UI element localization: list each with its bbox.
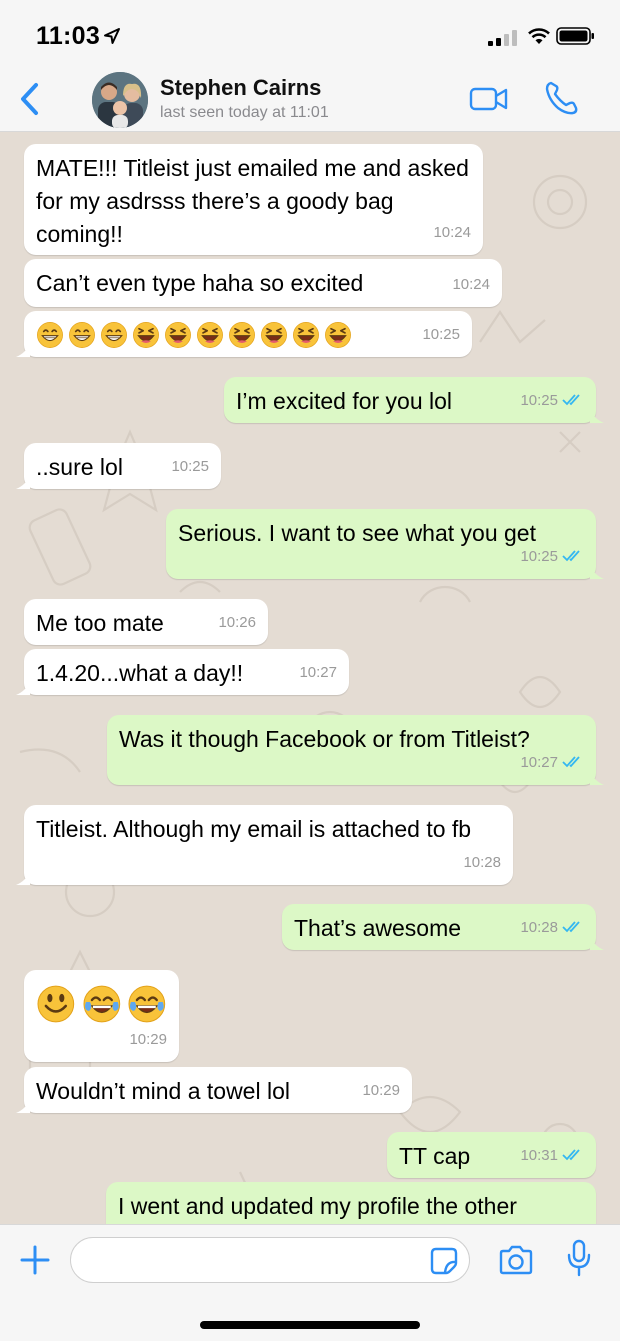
- grin-icon: [69, 322, 95, 348]
- chat-header: Stephen Cairns last seen today at 11:01: [0, 66, 620, 132]
- message-incoming[interactable]: Me too mate 10:26: [24, 599, 268, 645]
- grin-icon: [37, 322, 63, 348]
- chat-area[interactable]: MATE!!! Titleist just emailed me and ask…: [0, 132, 620, 1224]
- emoji-row: [36, 319, 460, 349]
- message-incoming[interactable]: Wouldn’t mind a towel lol 10:29: [16, 1067, 412, 1113]
- joy-icon: [83, 985, 120, 1023]
- emoji-row: [36, 978, 167, 1024]
- message-outgoing[interactable]: That’s awesome 10:28: [282, 904, 604, 950]
- read-ticks-icon: [562, 394, 580, 406]
- message-outgoing[interactable]: Was it though Facebook or from Titleist?…: [107, 715, 604, 785]
- bubble-tail: [590, 409, 604, 423]
- bubble-tail: [16, 343, 30, 357]
- message-time: 10:25: [520, 548, 558, 565]
- message-incoming[interactable]: MATE!!! Titleist just emailed me and ask…: [24, 144, 483, 255]
- message-text: MATE!!! Titleist just emailed me and ask…: [36, 155, 469, 247]
- bubble-tail: [16, 871, 30, 885]
- message-text: I’m excited for you lol: [236, 388, 453, 414]
- video-call-icon[interactable]: [469, 86, 509, 112]
- message-input[interactable]: [70, 1237, 470, 1283]
- read-ticks-icon: [562, 1149, 580, 1161]
- laughing-icon: [165, 322, 191, 348]
- message-time-read: 10:25: [520, 384, 584, 417]
- battery-icon: [556, 27, 594, 45]
- message-text: That’s awesome: [294, 915, 462, 941]
- laughing-icon: [325, 322, 351, 348]
- back-chevron-icon[interactable]: [18, 82, 40, 116]
- read-ticks-icon: [562, 756, 580, 768]
- message-text: Wouldn’t mind a towel lol: [36, 1078, 290, 1104]
- microphone-icon[interactable]: [566, 1239, 592, 1277]
- attach-plus-icon[interactable]: [20, 1245, 50, 1275]
- message-time-read: 10:28: [520, 911, 584, 944]
- grin-icon: [101, 322, 127, 348]
- message-text: Me too mate: [36, 610, 164, 636]
- message-time: 10:24: [433, 224, 471, 241]
- message-time: 10:27: [299, 664, 337, 681]
- message-text: Can’t even type haha so excited: [36, 270, 364, 296]
- message-text: ..sure lol: [36, 454, 123, 480]
- camera-icon[interactable]: [498, 1245, 534, 1275]
- bubble-tail: [16, 1099, 30, 1113]
- message-time: 10:28: [463, 854, 501, 871]
- message-incoming[interactable]: ..sure lol 10:25: [16, 443, 221, 489]
- laughing-icon: [197, 322, 223, 348]
- contact-name[interactable]: Stephen Cairns: [160, 75, 321, 101]
- read-ticks-icon: [562, 921, 580, 933]
- joy-icon: [128, 985, 166, 1023]
- message-text: Was it though Facebook or from Titleist?: [119, 726, 530, 752]
- message-time: 10:28: [520, 919, 558, 936]
- read-ticks-icon: [562, 550, 580, 562]
- message-outgoing[interactable]: I’m excited for you lol 10:25: [224, 377, 604, 423]
- bubble-tail: [590, 565, 604, 579]
- contact-last-seen: last seen today at 11:01: [160, 104, 329, 121]
- message-outgoing[interactable]: Serious. I want to see what you get 10:2…: [166, 509, 604, 579]
- message-time: 10:26: [218, 614, 256, 631]
- smiley-icon: [37, 985, 75, 1023]
- message-text: Titleist. Although my email is attached …: [36, 816, 472, 842]
- laughing-icon: [133, 322, 159, 348]
- message-time: 10:27: [520, 754, 558, 771]
- message-time: 10:29: [362, 1082, 400, 1099]
- message-text: Serious. I want to see what you get: [178, 520, 536, 546]
- bubble-tail: [590, 936, 604, 950]
- message-outgoing[interactable]: TT cap 10:31: [387, 1132, 596, 1178]
- home-indicator: [200, 1321, 420, 1329]
- message-time-read: 10:31: [520, 1139, 584, 1172]
- message-time-read: 10:27: [520, 746, 584, 779]
- message-text: TT cap: [399, 1143, 471, 1169]
- message-incoming[interactable]: Can’t even type haha so excited 10:24: [24, 259, 502, 307]
- message-time: 10:29: [129, 1031, 167, 1048]
- sticker-icon[interactable]: [430, 1247, 458, 1275]
- message-incoming[interactable]: 10:29: [24, 970, 179, 1062]
- message-incoming[interactable]: 10:25: [16, 311, 472, 357]
- message-text: 1.4.20...what a day!!: [36, 660, 244, 686]
- message-time-read: 10:25: [520, 540, 584, 573]
- laughing-icon: [293, 322, 319, 348]
- bubble-tail: [16, 681, 30, 695]
- message-time: 10:25: [171, 458, 209, 475]
- laughing-icon: [261, 322, 287, 348]
- message-incoming[interactable]: Titleist. Although my email is attached …: [16, 805, 513, 885]
- status-time: 11:03: [36, 22, 101, 50]
- message-text: I went and updated my profile the other: [118, 1193, 517, 1219]
- wifi-icon: [528, 28, 550, 44]
- cellular-signal-icon: [488, 30, 517, 46]
- message-outgoing[interactable]: I went and updated my profile the other: [106, 1182, 596, 1224]
- bubble-tail: [16, 475, 30, 489]
- phone-call-icon[interactable]: [543, 80, 579, 116]
- message-time: 10:25: [422, 326, 460, 343]
- bubble-tail: [590, 771, 604, 785]
- location-arrow-icon: [104, 28, 120, 44]
- laughing-icon: [229, 322, 255, 348]
- avatar[interactable]: [92, 72, 148, 128]
- message-incoming[interactable]: 1.4.20...what a day!! 10:27: [16, 649, 349, 695]
- message-time: 10:25: [520, 392, 558, 409]
- message-time: 10:31: [520, 1147, 558, 1164]
- status-bar: 11:03: [0, 0, 620, 66]
- message-time: 10:24: [452, 276, 490, 293]
- avatar-photo: [92, 72, 148, 128]
